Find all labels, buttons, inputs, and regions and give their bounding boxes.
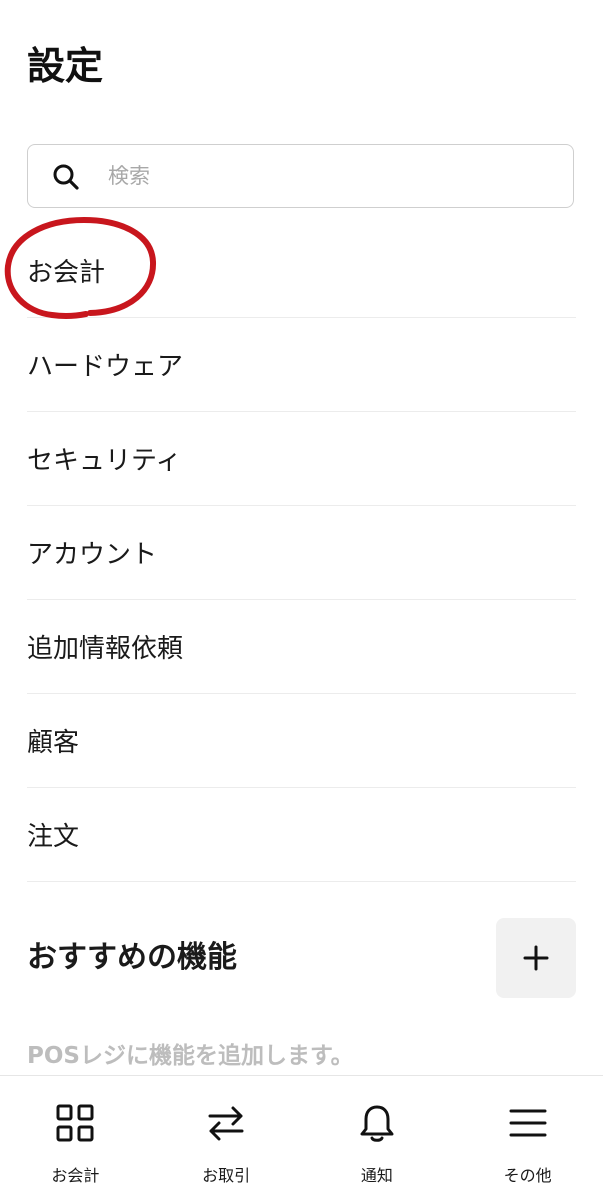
settings-list: お会計 ハードウェア セキュリティ アカウント 追加情報依頼 顧客 注文 xyxy=(4,216,576,882)
settings-item-label: お会計 xyxy=(27,258,106,288)
bell-icon xyxy=(360,1105,394,1142)
search-icon xyxy=(53,164,79,190)
settings-item-label: ハードウェア xyxy=(27,352,184,382)
search-input[interactable] xyxy=(108,145,548,207)
nav-item-checkout[interactable]: お会計 xyxy=(0,1076,151,1200)
nav-item-notifications[interactable]: 通知 xyxy=(302,1076,453,1200)
nav-label: 通知 xyxy=(360,1166,393,1185)
transfer-arrows-icon xyxy=(208,1106,244,1141)
bottom-navigation: お会計 お取引 通知 その他 xyxy=(0,1075,603,1200)
settings-item-checkout[interactable]: お会計 xyxy=(4,216,576,320)
nav-label: お取引 xyxy=(202,1166,251,1185)
settings-item-orders[interactable]: 注文 xyxy=(27,788,576,882)
nav-label: その他 xyxy=(503,1166,552,1185)
settings-item-hardware[interactable]: ハードウェア xyxy=(27,318,576,412)
page-title: 設定 xyxy=(27,44,104,88)
grid-icon xyxy=(56,1104,94,1142)
settings-item-security[interactable]: セキュリティ xyxy=(27,412,576,506)
nav-label: お会計 xyxy=(51,1166,100,1185)
settings-item-label: セキュリティ xyxy=(27,446,182,476)
search-box[interactable] xyxy=(27,144,574,208)
add-feature-button[interactable] xyxy=(496,918,576,998)
settings-item-label: 顧客 xyxy=(27,728,80,758)
settings-item-label: アカウント xyxy=(27,540,158,570)
plus-icon xyxy=(523,945,549,971)
nav-item-more[interactable]: その他 xyxy=(452,1076,603,1200)
nav-item-transactions[interactable]: お取引 xyxy=(151,1076,302,1200)
recommended-features-description: POSレジに機能を追加します。 xyxy=(27,1043,354,1069)
settings-item-label: 注文 xyxy=(27,822,80,852)
recommended-features-title: おすすめの機能 xyxy=(27,940,237,975)
settings-item-customers[interactable]: 顧客 xyxy=(27,694,576,788)
settings-item-account[interactable]: アカウント xyxy=(27,506,576,600)
recommended-features-section: おすすめの機能 xyxy=(27,918,576,998)
settings-item-additional-info-request[interactable]: 追加情報依頼 xyxy=(27,600,576,694)
menu-icon xyxy=(509,1109,547,1137)
settings-item-label: 追加情報依頼 xyxy=(27,634,184,664)
